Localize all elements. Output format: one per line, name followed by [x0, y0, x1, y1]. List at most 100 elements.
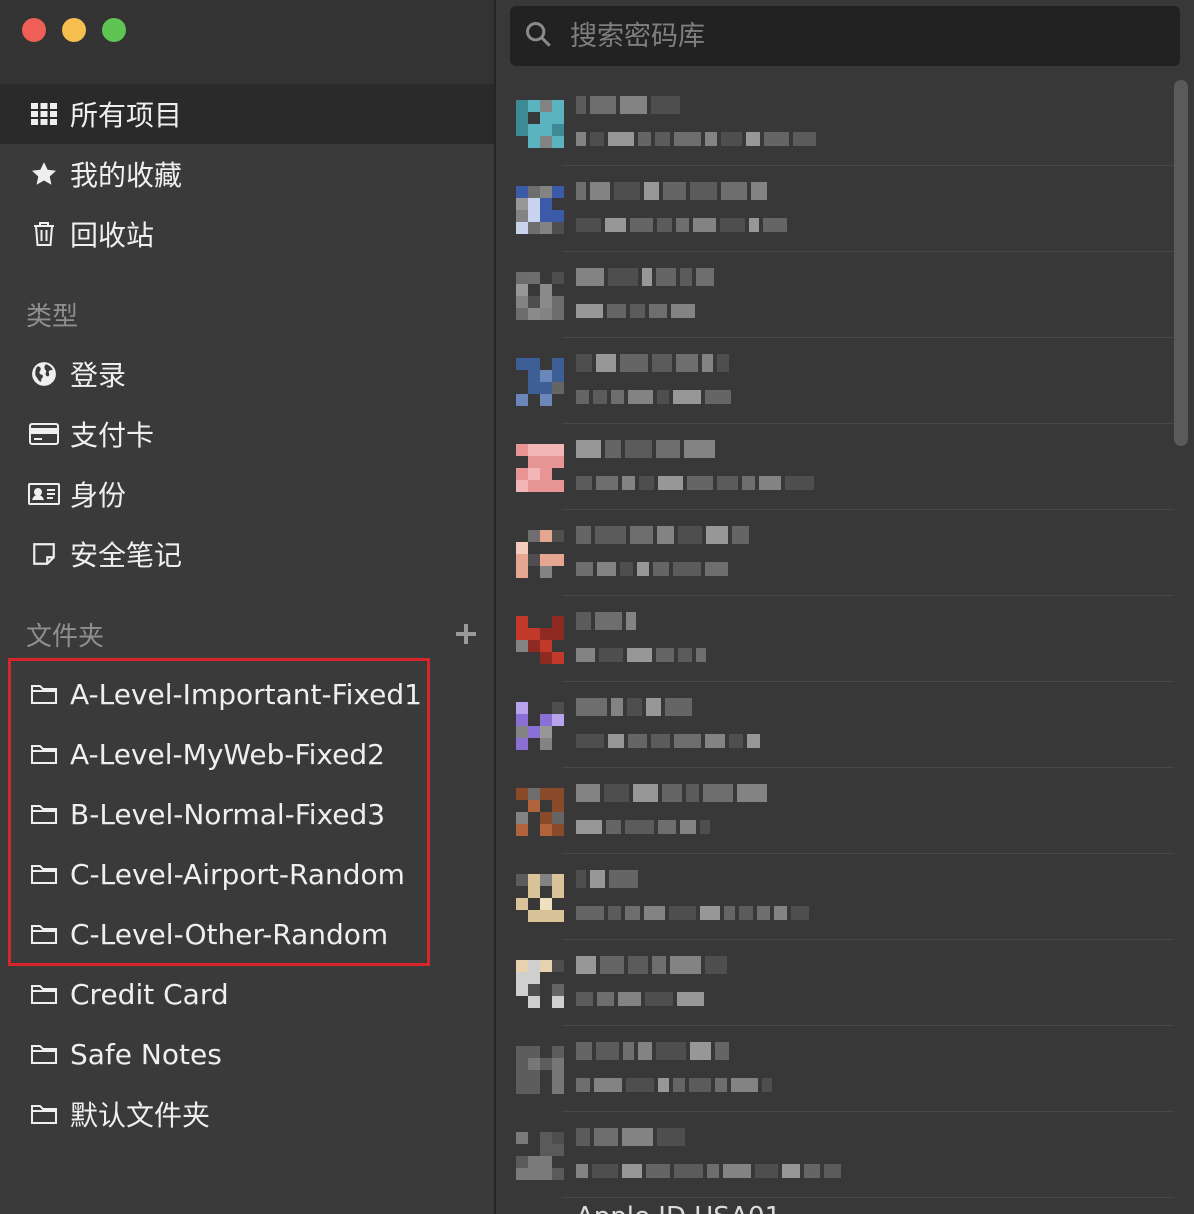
folder-icon	[28, 1098, 60, 1130]
item-title-obscured	[576, 180, 771, 202]
minimize-window-button[interactable]	[62, 18, 86, 42]
sidebar-folder-item[interactable]: B-Level-Normal-Fixed3	[0, 784, 494, 844]
app-window: 所有项目 我的收藏 回收站 类型 登录 支付卡 身份 安全笔记 文件夹 A-Le…	[0, 0, 1194, 1214]
vault-item-row[interactable]	[496, 424, 1174, 510]
folder-icon	[28, 1038, 60, 1070]
trash-icon	[28, 218, 60, 250]
item-logo-icon	[516, 788, 564, 836]
folder-icon	[28, 978, 60, 1010]
item-title-obscured	[576, 868, 642, 890]
item-logo-icon	[516, 100, 564, 148]
note-icon	[28, 538, 60, 570]
item-title-obscured	[576, 1040, 733, 1062]
vault-item-row[interactable]	[496, 1112, 1174, 1198]
folder-icon	[28, 798, 60, 830]
sidebar-item-all-items[interactable]: 所有项目	[0, 84, 494, 144]
sidebar-item-label: 身份	[70, 479, 127, 512]
item-logo-icon	[516, 1132, 564, 1180]
item-title-obscured	[576, 438, 719, 460]
item-subtitle-obscured	[576, 472, 818, 494]
item-title-obscured	[576, 352, 733, 374]
sidebar-item-label: 回收站	[70, 219, 155, 252]
folder-label: A-Level-Important-Fixed1	[70, 677, 422, 711]
sidebar-folder-item[interactable]: A-Level-Important-Fixed1	[0, 664, 494, 724]
plus-icon	[454, 622, 478, 650]
vault-item-row[interactable]	[496, 768, 1174, 854]
sidebar: 所有项目 我的收藏 回收站 类型 登录 支付卡 身份 安全笔记 文件夹 A-Le…	[0, 0, 494, 1214]
sidebar-folder-item[interactable]: Safe Notes	[0, 1024, 494, 1084]
maximize-window-button[interactable]	[102, 18, 126, 42]
sidebar-folder-item[interactable]: Credit Card	[0, 964, 494, 1024]
item-logo-icon	[516, 874, 564, 922]
folder-label: Safe Notes	[70, 1037, 222, 1071]
item-title-obscured	[576, 266, 718, 288]
item-logo-icon	[516, 358, 564, 406]
vault-item-row[interactable]	[496, 338, 1174, 424]
item-subtitle-obscured	[576, 300, 699, 322]
item-subtitle-obscured	[576, 1074, 776, 1096]
title-bar	[0, 0, 494, 84]
item-title-obscured	[576, 1126, 689, 1148]
item-subtitle-obscured	[576, 644, 710, 666]
sidebar-item-label: 我的收藏	[70, 159, 183, 192]
vault-item-row[interactable]	[496, 252, 1174, 338]
vault-item-row[interactable]	[496, 596, 1174, 682]
vault-item-row[interactable]	[496, 940, 1174, 1026]
sidebar-item-label: 登录	[70, 359, 127, 392]
item-logo-icon	[516, 1046, 564, 1094]
sidebar-item-login[interactable]: 登录	[0, 344, 494, 404]
folder-label: A-Level-MyWeb-Fixed2	[70, 737, 385, 771]
item-logo-icon	[516, 444, 564, 492]
globe-icon	[28, 358, 60, 390]
folder-icon	[28, 678, 60, 710]
item-title-obscured	[576, 782, 771, 804]
item-logo-icon	[516, 186, 564, 234]
id-card-icon	[28, 478, 60, 510]
folder-label: Credit Card	[70, 977, 229, 1011]
vault-item-row[interactable]	[496, 1026, 1174, 1112]
vault-item-row[interactable]	[496, 80, 1174, 166]
sidebar-item-favorites[interactable]: 我的收藏	[0, 144, 494, 204]
item-title-obscured	[576, 94, 684, 116]
close-window-button[interactable]	[22, 18, 46, 42]
item-subtitle-obscured	[576, 558, 732, 580]
item-title-obscured	[576, 610, 640, 632]
sidebar-item-label: 安全笔记	[70, 539, 183, 572]
folder-label: C-Level-Airport-Random	[70, 857, 405, 891]
folder-icon	[28, 918, 60, 950]
types-header: 类型	[26, 302, 79, 332]
vault-item-row[interactable]	[496, 682, 1174, 768]
add-folder-button[interactable]	[452, 622, 480, 650]
sidebar-item-identity[interactable]: 身份	[0, 464, 494, 524]
sidebar-folder-item[interactable]: 默认文件夹	[0, 1084, 494, 1144]
row-separator	[562, 1197, 1174, 1198]
scrollbar-thumb[interactable]	[1174, 80, 1188, 446]
item-title-obscured	[576, 954, 731, 976]
folder-label: 默认文件夹	[70, 1099, 211, 1132]
item-subtitle-obscured	[576, 988, 708, 1010]
folder-icon	[28, 738, 60, 770]
folder-label: C-Level-Other-Random	[70, 917, 389, 951]
sidebar-item-trash[interactable]: 回收站	[0, 204, 494, 264]
sidebar-folder-item[interactable]: A-Level-MyWeb-Fixed2	[0, 724, 494, 784]
vault-item-row[interactable]	[496, 166, 1174, 252]
search-input[interactable]	[568, 19, 1132, 53]
vault-item-partial-title: Apple ID USA01	[576, 1202, 781, 1214]
item-title-obscured	[576, 696, 696, 718]
sidebar-item-secure-note[interactable]: 安全笔记	[0, 524, 494, 584]
vault-list-pane: Apple ID USA01	[496, 0, 1194, 1214]
sidebar-item-payment-card[interactable]: 支付卡	[0, 404, 494, 464]
item-subtitle-obscured	[576, 128, 820, 150]
item-logo-icon	[516, 702, 564, 750]
sidebar-folder-item[interactable]: C-Level-Airport-Random	[0, 844, 494, 904]
folders-header: 文件夹	[26, 622, 105, 652]
item-logo-icon	[516, 960, 564, 1008]
sidebar-folder-item[interactable]: C-Level-Other-Random	[0, 904, 494, 964]
search-icon	[524, 20, 552, 52]
vault-item-row[interactable]	[496, 510, 1174, 596]
item-subtitle-obscured	[576, 816, 714, 838]
search-bar[interactable]	[510, 6, 1180, 66]
folder-icon	[28, 858, 60, 890]
sidebar-item-label: 所有项目	[70, 99, 183, 132]
vault-item-row[interactable]	[496, 854, 1174, 940]
